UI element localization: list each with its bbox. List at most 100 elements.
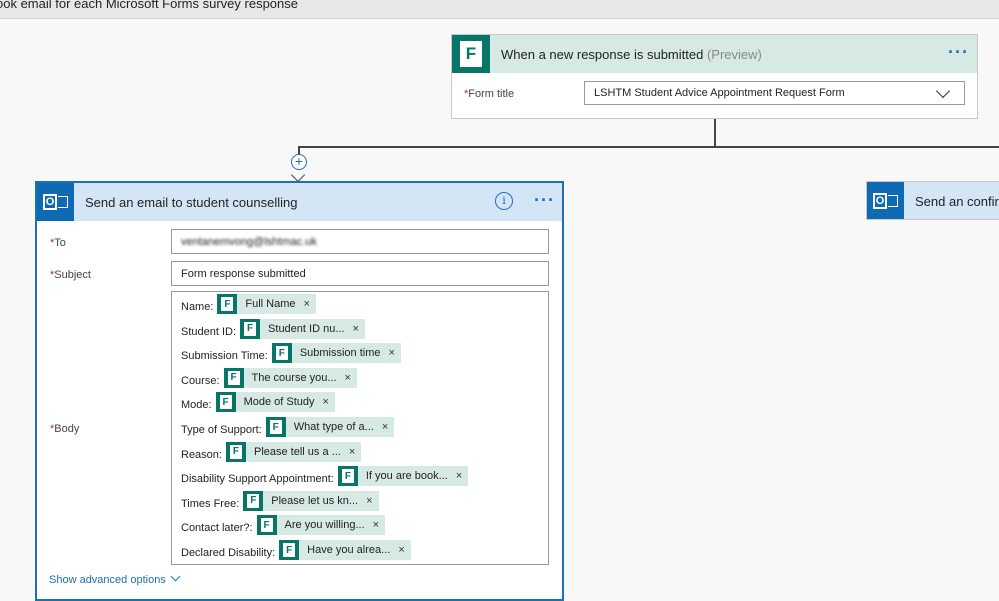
token-label: What type of a... [293, 421, 374, 433]
to-label: *To [50, 237, 66, 249]
body-row-label: Declared Disability: [181, 547, 276, 559]
token-label: The course you... [251, 371, 337, 384]
side-action-title: Send an confirm [915, 194, 999, 209]
remove-token-icon[interactable]: × [398, 544, 404, 556]
subject-value: Form response submitted [181, 268, 306, 280]
body-row-label: Submission Time: [181, 350, 268, 363]
form-title-label: *Form title [464, 88, 515, 100]
remove-token-icon[interactable]: × [373, 519, 379, 531]
forms-icon: F [225, 441, 246, 462]
trigger-more-options-icon[interactable]: ··· [948, 43, 969, 61]
body-row-label: Disability Support Appointment: [181, 473, 334, 486]
connector-vertical-trigger [714, 119, 716, 147]
body-row-label: Contact later?: [181, 522, 253, 535]
forms-icon: F [271, 343, 292, 364]
action-title: Send an email to student counselling [85, 195, 298, 210]
token-label: Please tell us a ... [253, 445, 341, 458]
dynamic-content-token[interactable]: F Please let us kn... × [243, 490, 379, 511]
forms-icon: F [279, 540, 300, 560]
flow-title-bar: ook email for each Microsoft Forms surve… [0, 0, 999, 19]
send-confirmation-action-card[interactable]: O Send an confirm [866, 181, 999, 220]
remove-token-icon[interactable]: × [304, 298, 310, 310]
body-row-label: Course: [181, 374, 220, 387]
body-row-label: Reason: [181, 448, 222, 461]
forms-icon: F [337, 466, 358, 487]
body-row: Student ID: F Student ID nu... × [181, 318, 365, 339]
subject-field[interactable]: Form response submitted [171, 261, 549, 286]
dynamic-content-token[interactable]: F Mode of Study × [215, 392, 335, 413]
forms-icon: F [215, 392, 236, 413]
body-row-label: Times Free: [181, 497, 240, 510]
forms-icon: F [265, 417, 286, 437]
forms-icon: F [243, 490, 264, 511]
trigger-header[interactable]: F When a new response is submitted (Prev… [452, 35, 977, 73]
token-label: Student ID nu... [268, 322, 345, 335]
forms-icon: F [256, 515, 277, 536]
token-label: Submission time [299, 347, 381, 360]
body-row-label: Name: [181, 301, 214, 313]
body-row: Disability Support Appointment: F If you a… [181, 466, 469, 487]
forms-icon: F [223, 367, 244, 388]
arrow-down-icon [290, 167, 306, 183]
dynamic-content-token[interactable]: F What type of a... × [265, 417, 395, 437]
forms-icon: F [217, 294, 238, 314]
dynamic-content-token[interactable]: F Full Name × [217, 294, 316, 314]
body-row-label: Student ID: [181, 325, 237, 338]
show-advanced-options-link[interactable]: Show advanced options [49, 571, 181, 586]
subject-label: *Subject [50, 269, 91, 281]
remove-token-icon[interactable]: × [352, 323, 358, 335]
forms-icon: F [240, 318, 261, 339]
body-row-label: Type of Support: [181, 424, 262, 436]
flow-title: ook email for each Microsoft Forms surve… [0, 0, 298, 11]
dynamic-content-token[interactable]: F Submission time × [271, 343, 401, 364]
body-label: *Body [50, 423, 80, 435]
dynamic-content-token[interactable]: F Student ID nu... × [240, 318, 365, 339]
outlook-icon: O [37, 183, 74, 221]
token-label: Full Name [245, 298, 296, 310]
body-row: Reason: F Please tell us a ... × [181, 441, 362, 462]
token-label: Are you willing... [284, 519, 365, 532]
body-row: Mode: F Mode of Study × [181, 392, 335, 413]
body-field[interactable]: Name: F Full Name × Student ID: F Student ID n… [171, 291, 549, 565]
connector-horizontal [298, 146, 999, 148]
token-label: Mode of Study [243, 396, 315, 409]
dynamic-content-token[interactable]: F If you are book... × [337, 466, 469, 487]
form-title-dropdown[interactable]: LSHTM Student Advice Appointment Request… [584, 81, 965, 105]
body-row: Times Free: F Please let us kn... × [181, 490, 379, 511]
body-row: Course: F The course you... × [181, 367, 357, 388]
preview-tag: (Preview) [706, 47, 762, 62]
token-label: Please let us kn... [271, 494, 359, 507]
action-more-options-icon[interactable]: ··· [534, 191, 555, 209]
action-header[interactable]: O Send an email to student counselling i… [37, 183, 562, 221]
dynamic-content-token[interactable]: F Are you willing... × [256, 515, 386, 536]
remove-token-icon[interactable]: × [366, 495, 372, 507]
body-row: Contact later?: F Are you willing... × [181, 515, 386, 536]
trigger-title: When a new response is submitted (Previe… [501, 47, 762, 62]
dynamic-content-token[interactable]: F Please tell us a ... × [225, 441, 362, 462]
body-row-label: Mode: [181, 399, 212, 412]
trigger-card[interactable]: F When a new response is submitted (Prev… [451, 34, 978, 119]
to-field[interactable]: ventanemvong@lshtmac.uk [171, 229, 549, 254]
to-value: ventanemvong@lshtmac.uk [181, 236, 317, 248]
remove-token-icon[interactable]: × [456, 470, 462, 482]
remove-token-icon[interactable]: × [323, 396, 329, 408]
forms-icon: F [452, 35, 490, 73]
remove-token-icon[interactable]: × [345, 372, 351, 384]
remove-token-icon[interactable]: × [349, 446, 355, 458]
dynamic-content-token[interactable]: F Have you alrea... × [279, 540, 411, 560]
chevron-down-icon [935, 83, 951, 99]
add-step-icon[interactable]: + [291, 154, 307, 170]
remove-token-icon[interactable]: × [382, 421, 388, 433]
dynamic-content-token[interactable]: F The course you... × [223, 367, 357, 388]
remove-token-icon[interactable]: × [389, 347, 395, 359]
body-row: Declared Disability: F Have you alrea... × [181, 540, 411, 560]
outlook-icon: O [867, 182, 904, 219]
chevron-down-icon [170, 571, 181, 582]
send-email-action-card[interactable]: O Send an email to student counselling i… [35, 181, 564, 601]
token-label: If you are book... [365, 470, 448, 483]
body-row: Submission Time: F Submission time × [181, 343, 401, 364]
token-label: Have you alrea... [307, 544, 391, 556]
body-row: Type of Support: F What type of a... × [181, 417, 395, 437]
body-row: Name: F Full Name × [181, 294, 316, 314]
info-icon[interactable]: i [495, 192, 513, 210]
